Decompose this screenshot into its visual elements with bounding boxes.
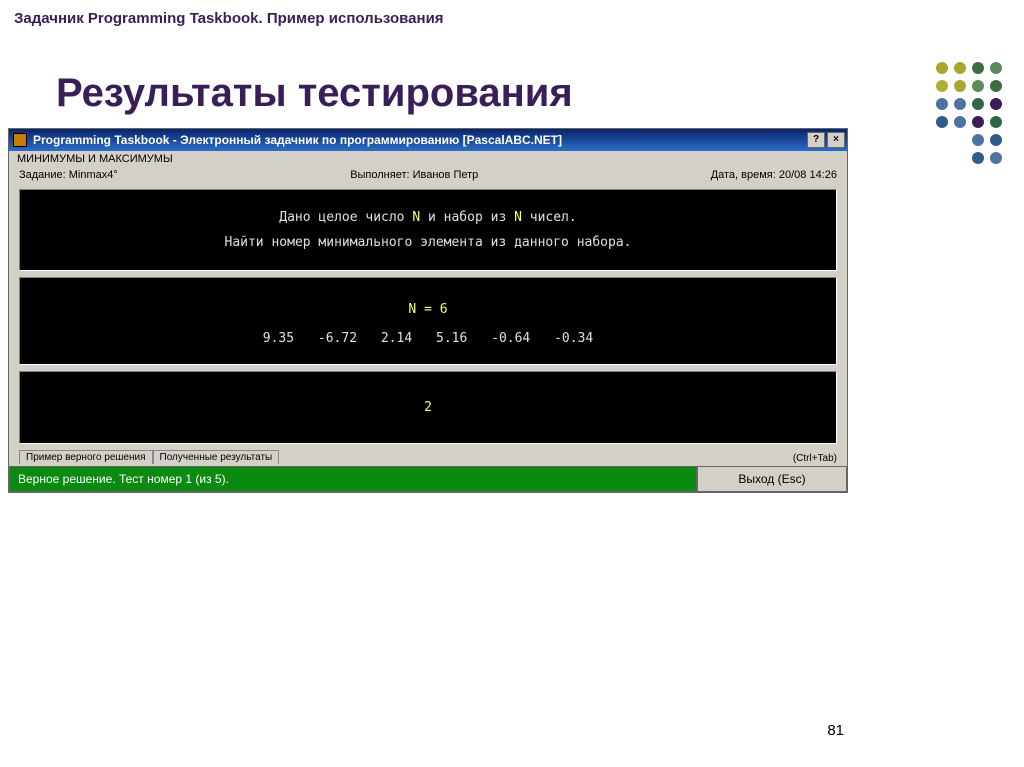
input-panel: N = 6 9.35 -6.72 2.14 5.16 -0.64 -0.34 — [19, 277, 837, 365]
problem-panel: Дано целое число N и набор из N чисел. Н… — [19, 189, 837, 271]
var-n: N — [514, 210, 522, 225]
task-label: Задание: Minmax4° — [19, 169, 118, 181]
window-title: Programming Taskbook - Электронный задач… — [33, 133, 562, 147]
slide-header: Задачник Programming Taskbook. Пример ис… — [0, 0, 1024, 27]
titlebar: Programming Taskbook - Электронный задач… — [9, 129, 847, 151]
close-button[interactable]: × — [827, 132, 845, 148]
app-icon — [13, 133, 27, 147]
tab-results[interactable]: Полученные результаты — [153, 450, 280, 464]
datetime-label: Дата, время: 20/08 14:26 — [711, 169, 837, 181]
tab-example[interactable]: Пример верного решения — [19, 450, 153, 464]
status-message: Верное решение. Тест номер 1 (из 5). — [9, 466, 697, 492]
decorative-dots — [936, 62, 1002, 164]
help-button[interactable]: ? — [807, 132, 825, 148]
output-answer: 2 — [28, 400, 828, 415]
var-n: N — [412, 210, 420, 225]
tab-hint: (Ctrl+Tab) — [793, 453, 837, 464]
input-values: 9.35 -6.72 2.14 5.16 -0.64 -0.34 — [28, 331, 828, 346]
output-panel: 2 — [19, 371, 837, 444]
problem-line-2: Найти номер минимального элемента из дан… — [28, 235, 828, 250]
user-label: Выполняет: Иванов Петр — [350, 169, 478, 181]
input-n: N = 6 — [28, 302, 828, 317]
slide-title: Результаты тестирования — [0, 27, 1024, 124]
problem-line-1: Дано целое число N и набор из N чисел. — [28, 210, 828, 225]
exit-button[interactable]: Выход (Esc) — [697, 466, 847, 492]
page-number: 81 — [827, 722, 844, 739]
taskbook-window: Programming Taskbook - Электронный задач… — [8, 128, 848, 493]
section-label: МИНИМУМЫ И МАКСИМУМЫ — [9, 151, 847, 167]
